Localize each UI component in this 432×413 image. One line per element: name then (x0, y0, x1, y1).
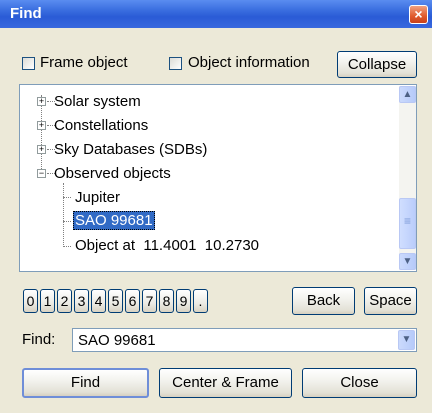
tree-item-label: Observed objects (54, 165, 171, 182)
back-button[interactable]: Back (292, 287, 355, 315)
tree-connector (63, 246, 71, 247)
scroll-up-button[interactable]: ▲ (399, 86, 416, 103)
key-9-button[interactable]: 9 (176, 289, 191, 313)
key-1-button[interactable]: 1 (40, 289, 55, 313)
tree-guide-root (41, 95, 42, 171)
collapse-button[interactable]: Collapse (337, 51, 417, 78)
key-7-button[interactable]: 7 (142, 289, 157, 313)
key-0-button[interactable]: 0 (23, 289, 38, 313)
tree-item-label: Solar system (54, 93, 141, 110)
tree-item-solar-system[interactable]: Solar system (54, 93, 141, 110)
key-6-button[interactable]: 6 (125, 289, 140, 313)
tree-item-jupiter[interactable]: Jupiter (75, 189, 120, 206)
find-dialog: Find × Frame object Object information C… (0, 0, 432, 413)
close-button[interactable]: Close (302, 368, 417, 398)
expand-icon[interactable]: + (37, 97, 46, 106)
tree-guide-children (63, 183, 64, 247)
back-button-label: Back (306, 292, 341, 309)
tree-item-sky-databases[interactable]: Sky Databases (SDBs) (54, 141, 207, 158)
window-title: Find (10, 5, 42, 22)
tree-item-object-at[interactable]: Object at 11.4001 10.2730 (75, 237, 259, 254)
find-label: Find: (22, 331, 56, 348)
chevron-down-icon: ▼ (401, 334, 412, 345)
tree-item-label: Sky Databases (SDBs) (54, 141, 208, 158)
tree-item-label-selected: SAO 99681 (73, 211, 155, 230)
object-information-checkbox[interactable] (169, 57, 182, 70)
expand-icon[interactable]: + (37, 121, 46, 130)
key-8-button[interactable]: 8 (159, 289, 174, 313)
close-button-label: Close (340, 374, 379, 391)
object-information-label[interactable]: Object information (188, 54, 310, 71)
center-frame-button-label: Center & Frame (172, 374, 279, 391)
close-window-button[interactable]: × (409, 5, 428, 24)
find-button-label: Find (70, 374, 101, 391)
tree-item-label: Object at 11.4001 10.2730 (75, 237, 260, 254)
space-button-label: Space (369, 292, 412, 309)
expand-icon[interactable]: + (37, 145, 46, 154)
key-5-button[interactable]: 5 (108, 289, 123, 313)
close-icon: × (414, 6, 423, 22)
key-4-button[interactable]: 4 (91, 289, 106, 313)
frame-object-checkbox[interactable] (22, 57, 35, 70)
key-3-button[interactable]: 3 (74, 289, 89, 313)
tree-item-observed-objects[interactable]: Observed objects (54, 165, 171, 182)
tree-connector (63, 221, 71, 222)
collapse-button-label: Collapse (347, 56, 407, 73)
tree-item-label: Constellations (54, 117, 149, 134)
scroll-thumb[interactable]: ≡ (399, 198, 416, 249)
grip-icon: ≡ (404, 214, 412, 228)
find-combobox[interactable]: SAO 99681 ▼ (72, 328, 417, 352)
tree-connector (63, 197, 71, 198)
find-dropdown-button[interactable]: ▼ (398, 330, 415, 350)
object-tree[interactable]: + Solar system + Constellations + Sky Da… (19, 84, 417, 272)
tree-item-sao-99681[interactable]: SAO 99681 (73, 211, 155, 230)
title-bar[interactable]: Find × (0, 0, 432, 28)
scroll-down-button[interactable]: ▼ (399, 253, 416, 270)
key-2-button[interactable]: 2 (57, 289, 72, 313)
tree-vertical-scrollbar[interactable]: ▲ ≡ ▼ (399, 86, 416, 270)
frame-object-label[interactable]: Frame object (40, 54, 128, 71)
collapse-icon[interactable]: − (37, 169, 46, 178)
chevron-up-icon: ▲ (402, 89, 413, 100)
key-dot-button[interactable]: . (193, 289, 208, 313)
find-input[interactable]: SAO 99681 (78, 332, 156, 349)
find-button[interactable]: Find (22, 368, 149, 398)
center-frame-button[interactable]: Center & Frame (159, 368, 292, 398)
space-button[interactable]: Space (364, 287, 417, 315)
tree-item-constellations[interactable]: Constellations (54, 117, 148, 134)
tree-item-label: Jupiter (75, 189, 121, 206)
chevron-down-icon: ▼ (402, 256, 413, 267)
